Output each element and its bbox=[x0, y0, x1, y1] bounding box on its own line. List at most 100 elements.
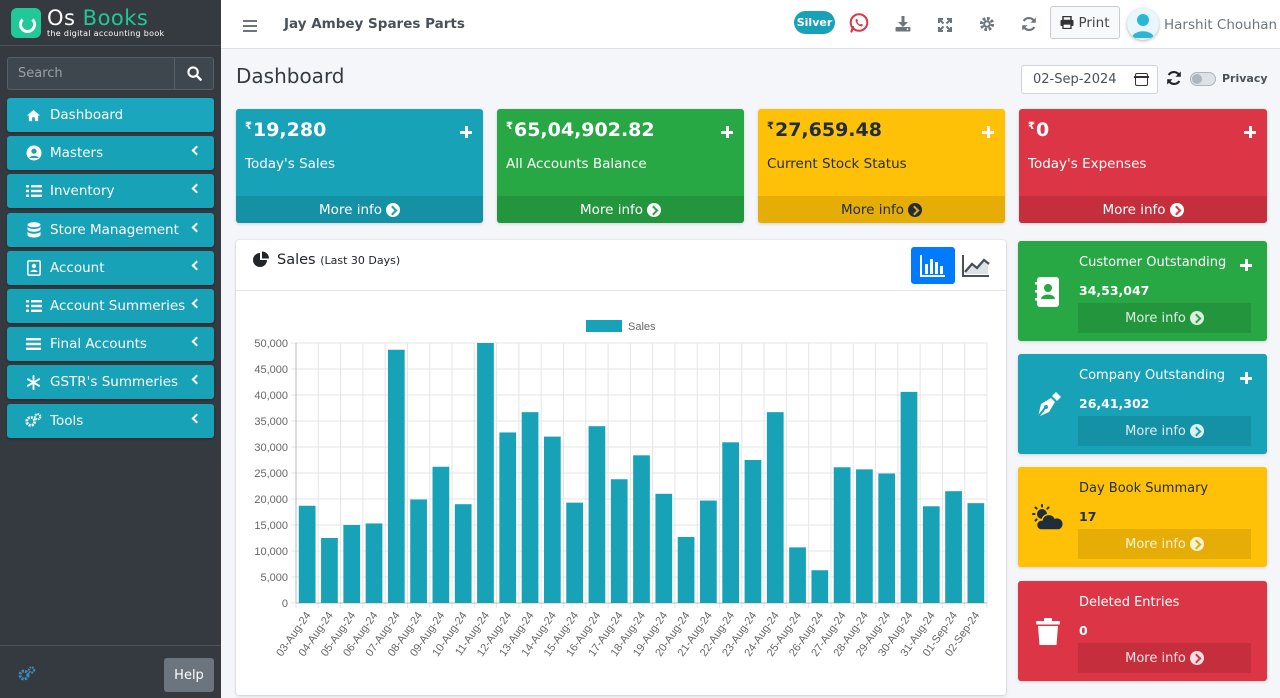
pen-nib-icon bbox=[1031, 388, 1065, 422]
sidebar-item-final-accounts[interactable]: Final Accounts bbox=[7, 327, 214, 362]
avatar[interactable] bbox=[1127, 8, 1159, 40]
todays-sales-box: ₹19,280 Today's Sales More info bbox=[236, 109, 483, 223]
calendar-icon[interactable] bbox=[1134, 73, 1149, 86]
bar-chart-toggle-button[interactable] bbox=[911, 247, 955, 284]
plus-icon[interactable] bbox=[460, 126, 472, 138]
sales-bar bbox=[387, 349, 405, 603]
print-icon bbox=[1060, 16, 1074, 29]
arrow-circle-right-icon bbox=[1189, 651, 1204, 665]
sales-bar bbox=[744, 460, 762, 603]
sales-bar bbox=[922, 506, 940, 603]
sidebar-item-label: Tools bbox=[50, 412, 84, 429]
gear-icon[interactable] bbox=[979, 16, 995, 36]
sidebar-item-gstr-summeries[interactable]: GSTR's Summeries bbox=[7, 365, 214, 400]
more-info-link[interactable]: More info bbox=[1078, 529, 1251, 559]
more-info-link[interactable]: More info bbox=[236, 196, 483, 223]
plus-icon[interactable] bbox=[982, 126, 994, 138]
y-tick-label: 25,000 bbox=[254, 468, 288, 480]
plus-icon[interactable] bbox=[1244, 126, 1256, 138]
user-name[interactable]: Harshit Chouhan bbox=[1164, 17, 1277, 33]
whatsapp-icon[interactable] bbox=[848, 12, 870, 38]
plus-icon[interactable] bbox=[1240, 259, 1252, 271]
y-tick-label: 50,000 bbox=[254, 338, 288, 350]
stock-status-box: ₹27,659.48 Current Stock Status More inf… bbox=[758, 109, 1005, 223]
more-info-link[interactable]: More info bbox=[1078, 303, 1251, 333]
brand-logo-icon bbox=[11, 7, 41, 38]
chevron-left-icon bbox=[191, 298, 202, 309]
sales-bar bbox=[432, 466, 450, 603]
sidebar-search bbox=[7, 57, 214, 90]
plus-icon[interactable] bbox=[721, 126, 733, 138]
sidebar-item-label: Store Management bbox=[50, 221, 179, 238]
sales-bar bbox=[945, 491, 962, 603]
sidebar-item-dashboard[interactable]: Dashboard bbox=[7, 98, 214, 132]
plus-icon[interactable] bbox=[1240, 372, 1252, 384]
chevron-left-icon bbox=[191, 336, 202, 347]
search-button[interactable] bbox=[174, 57, 214, 90]
privacy-toggle[interactable] bbox=[1190, 72, 1216, 86]
bars-icon bbox=[25, 337, 42, 351]
address-card-icon bbox=[25, 259, 42, 276]
download-icon[interactable] bbox=[895, 16, 911, 36]
sidebar-item-label: Inventory bbox=[50, 183, 115, 200]
arrow-circle-right-icon bbox=[1189, 537, 1204, 551]
sync-icon[interactable] bbox=[1021, 16, 1037, 36]
stock-status-label: Current Stock Status bbox=[767, 156, 907, 172]
sales-chart-card: Sales (Last 30 Days) Sales 0 5,000 10,000 15… bbox=[236, 240, 1006, 695]
print-button[interactable]: Print bbox=[1050, 6, 1120, 39]
sales-bar-chart: Sales 0 5,000 10,000 15,000 20,000 25,000 30,00… bbox=[254, 320, 988, 659]
sales-bar bbox=[499, 432, 517, 603]
info-box-title: Company Outstanding bbox=[1079, 368, 1225, 383]
more-info-link[interactable]: More info bbox=[1078, 643, 1251, 673]
user-avatar-icon bbox=[1132, 14, 1154, 38]
line-chart-toggle-button[interactable] bbox=[959, 247, 993, 284]
search-icon bbox=[186, 66, 202, 81]
arrow-circle-right-icon bbox=[1169, 202, 1184, 217]
help-button[interactable]: Help bbox=[164, 658, 214, 692]
arrow-circle-right-icon bbox=[386, 202, 401, 217]
sidebar-item-inventory[interactable]: Inventory bbox=[7, 174, 214, 209]
hamburger-menu-icon[interactable] bbox=[243, 17, 257, 36]
chevron-left-icon bbox=[191, 260, 202, 271]
cogs-icon bbox=[25, 413, 42, 428]
top-navbar: Jay Ambey Spares Parts Silver Print Hars… bbox=[221, 0, 1280, 49]
sidebar-item-tools[interactable]: Tools bbox=[7, 403, 214, 438]
more-info-link[interactable]: More info bbox=[1019, 196, 1267, 223]
sidebar-item-account-summeries[interactable]: Account Summeries bbox=[7, 288, 214, 323]
legend-label: Sales bbox=[628, 321, 656, 333]
more-info-link[interactable]: More info bbox=[1078, 416, 1251, 446]
sidebar-item-store-management[interactable]: Store Management bbox=[7, 212, 214, 247]
card-subtitle: (Last 30 Days) bbox=[320, 254, 401, 267]
address-book-icon bbox=[1031, 275, 1065, 309]
date-picker[interactable]: 02-Sep-2024 bbox=[1021, 65, 1158, 94]
sidebar-nav: Dashboard Masters Inventory Store Manage… bbox=[7, 98, 214, 442]
y-tick-label: 45,000 bbox=[254, 364, 288, 376]
sidebar-item-masters[interactable]: Masters bbox=[7, 136, 214, 171]
chevron-left-icon bbox=[191, 374, 202, 385]
arrow-circle-right-icon bbox=[1189, 311, 1204, 325]
brand-subtitle: the digital accounting book bbox=[47, 28, 165, 38]
date-value: 02-Sep-2024 bbox=[1033, 72, 1117, 87]
sales-bar bbox=[610, 479, 628, 603]
more-info-link[interactable]: More info bbox=[758, 196, 1005, 223]
sidebar-item-label: Final Accounts bbox=[50, 336, 147, 353]
settings-cogs-icon[interactable] bbox=[18, 666, 36, 686]
refresh-icon[interactable] bbox=[1166, 70, 1182, 90]
sales-bar bbox=[811, 570, 829, 603]
fullscreen-icon[interactable] bbox=[938, 17, 952, 36]
search-input[interactable] bbox=[7, 57, 174, 90]
chevron-left-icon bbox=[191, 145, 202, 156]
database-icon bbox=[25, 221, 42, 238]
y-tick-label: 40,000 bbox=[254, 390, 288, 402]
list-icon bbox=[25, 299, 42, 313]
company-name: Jay Ambey Spares Parts bbox=[284, 16, 465, 32]
more-info-link[interactable]: More info bbox=[497, 196, 744, 223]
sales-bar bbox=[298, 505, 316, 603]
sidebar-item-account[interactable]: Account bbox=[7, 250, 214, 285]
sales-bar bbox=[477, 343, 494, 603]
sales-bar bbox=[766, 412, 784, 603]
sales-bar bbox=[566, 502, 583, 603]
brand[interactable]: Os Books the digital accounting book bbox=[0, 0, 221, 46]
sales-bar bbox=[655, 493, 673, 603]
arrow-circle-right-icon bbox=[1189, 424, 1204, 438]
